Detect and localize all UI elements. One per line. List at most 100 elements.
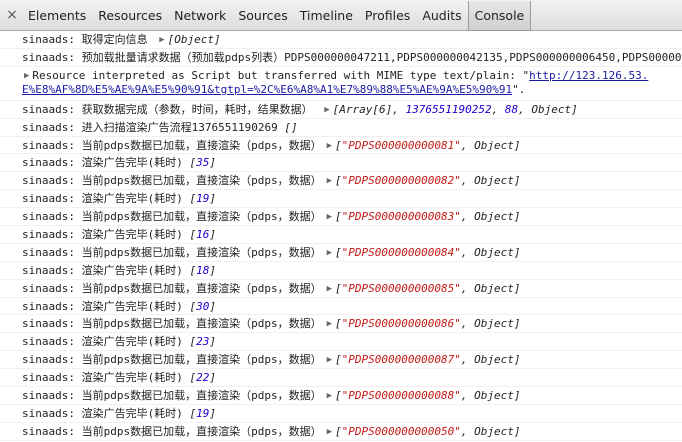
log-text: 获取数据完成（参数，时间，耗时，结果数据） [81, 102, 313, 116]
tab-resources[interactable]: Resources [92, 0, 168, 31]
tab-timeline[interactable]: Timeline [294, 0, 359, 31]
array-preview[interactable]: ["PDPS000000000085", Object] [335, 282, 520, 295]
expand-triangle-icon[interactable]: ▶ [327, 352, 332, 368]
render-time[interactable]: [18] [189, 264, 216, 277]
log-text: 当前pdps数据已加载，直接渲染（pdps，数据） [81, 281, 322, 295]
console-message: sinaads: 当前pdps数据已加载，直接渲染（pdps，数据） ▶ ["PDP… [0, 315, 682, 334]
log-text: 当前pdps数据已加载，直接渲染（pdps，数据） [81, 353, 322, 367]
log-text: 渲染广告完毕(耗时) [81, 228, 183, 242]
tab-sources[interactable]: Sources [232, 0, 293, 31]
array-preview[interactable]: ["PDPS000000000083", Object] [335, 210, 520, 223]
log-text: 当前pdps数据已加载，直接渲染（pdps，数据） [81, 174, 322, 188]
warning-text: Resource interpreted as Script but trans… [32, 68, 530, 82]
object-preview[interactable]: [Object] [168, 33, 221, 46]
log-text: 渲染广告完毕(耗时) [81, 371, 183, 385]
log-text: 当前pdps数据已加载，直接渲染（pdps，数据） [81, 210, 322, 224]
devtools-toolbar: × Elements Resources Network Sources Tim… [0, 0, 682, 31]
log-prefix: sinaads: [22, 138, 75, 152]
resource-link[interactable]: http://123.126.53. [529, 69, 648, 82]
log-text: 取得定向信息 [81, 33, 148, 46]
close-icon[interactable]: × [2, 7, 22, 23]
log-text: 渲染广告完毕(耗时) [81, 263, 183, 277]
log-prefix: sinaads: [22, 228, 75, 242]
tab-elements[interactable]: Elements [22, 0, 92, 31]
log-prefix: sinaads: [22, 210, 75, 224]
log-text: 当前pdps数据已加载，直接渲染（pdps，数据） [81, 424, 322, 438]
log-prefix: sinaads: [22, 389, 75, 403]
console-message: sinaads: 当前pdps数据已加载，直接渲染（pdps，数据） ▶ ["PDP… [0, 423, 682, 441]
log-prefix: sinaads: [22, 33, 75, 46]
render-time[interactable]: [22] [189, 371, 216, 384]
expand-triangle-icon[interactable]: ▶ [327, 388, 332, 404]
console-message: sinaads: 渲染广告完毕(耗时) [35] [0, 154, 682, 173]
array-preview[interactable]: [] [284, 121, 297, 134]
log-prefix: sinaads: [22, 263, 75, 277]
console-message: sinaads: 当前pdps数据已加载，直接渲染（pdps，数据） ▶ ["PDP… [0, 172, 682, 191]
log-prefix: sinaads: [22, 424, 75, 438]
expand-triangle-icon[interactable]: ▶ [327, 281, 332, 297]
console-message: sinaads: 当前pdps数据已加载，直接渲染（pdps，数据） ▶ ["PDP… [0, 244, 682, 262]
console-message: sinaads: 渲染广告完毕(耗时) [19] [0, 190, 682, 209]
array-preview[interactable]: ["PDPS000000000082", Object] [335, 174, 520, 187]
log-text: 渲染广告完毕(耗时) [81, 406, 183, 420]
array-preview[interactable]: ["PDPS000000000088", Object] [335, 389, 520, 402]
console-warning: ▶ Resource interpreted as Script but tran… [0, 67, 682, 101]
array-preview[interactable]: ["PDPS000000000086", Object] [335, 317, 520, 330]
render-time[interactable]: [16] [189, 228, 216, 241]
expand-triangle-icon[interactable]: ▶ [327, 245, 332, 261]
array-preview[interactable]: ["PDPS000000000050", Object] [335, 425, 520, 438]
expand-triangle-icon[interactable]: ▶ [327, 424, 332, 440]
log-text: 当前pdps数据已加载，直接渲染（pdps，数据） [81, 245, 322, 259]
warning-tail: ". [512, 82, 526, 96]
console-message: sinaads: 获取数据完成（参数，时间，耗时，结果数据） ▶ [Array[6… [0, 101, 682, 119]
console-message: sinaads: 渲染广告完毕(耗时) [23] [0, 333, 682, 352]
log-text: 渲染广告完毕(耗时) [81, 156, 183, 170]
console-message: sinaads: 预加载批量请求数据（预加载pdps列表）PDPS0000000… [0, 49, 682, 67]
array-preview[interactable]: ["PDPS000000000084", Object] [335, 246, 520, 259]
log-prefix: sinaads: [22, 156, 75, 170]
log-prefix: sinaads: [22, 192, 75, 206]
console-message: sinaads: 当前pdps数据已加载，直接渲染（pdps，数据） ▶ ["PDP… [0, 208, 682, 227]
tab-audits[interactable]: Audits [416, 0, 467, 31]
console-message: sinaads: 进入扫描渲染广告流程1376551190269 [] [0, 119, 682, 137]
log-prefix: sinaads: [22, 406, 75, 420]
console-message: sinaads: 当前pdps数据已加载，直接渲染（pdps，数据） ▶ ["PDP… [0, 280, 682, 298]
log-prefix: sinaads: [22, 174, 75, 188]
tab-console[interactable]: Console [467, 0, 532, 31]
console-message: sinaads: 当前pdps数据已加载，直接渲染（pdps，数据） ▶ ["PDP… [0, 137, 682, 155]
expand-triangle-icon[interactable]: ▶ [159, 32, 164, 48]
log-prefix: sinaads: [22, 245, 75, 259]
expand-triangle-icon[interactable]: ▶ [327, 138, 332, 154]
expand-triangle-icon[interactable]: ▶ [327, 209, 332, 225]
log-text: 进入扫描渲染广告流程1376551190269 [81, 120, 278, 134]
resource-link-continued[interactable]: E%E8%AF%8D%E5%AE%9A%E5%90%91&tgtpl=%2C%E… [22, 83, 512, 96]
log-prefix: sinaads: [22, 281, 75, 295]
console-message: sinaads: 当前pdps数据已加载，直接渲染（pdps，数据） ▶ ["PDP… [0, 387, 682, 405]
tab-profiles[interactable]: Profiles [359, 0, 416, 31]
console-message: sinaads: 渲染广告完毕(耗时) [19] [0, 405, 682, 423]
tab-network[interactable]: Network [168, 0, 232, 31]
render-time[interactable]: [19] [189, 192, 216, 205]
log-text: 当前pdps数据已加载，直接渲染（pdps，数据） [81, 138, 322, 152]
log-text: 预加载批量请求数据（预加载pdps列表）PDPS000000047211,PDP… [81, 50, 682, 64]
log-prefix: sinaads: [22, 299, 75, 313]
render-time[interactable]: [30] [189, 300, 216, 313]
log-text: 当前pdps数据已加载，直接渲染（pdps，数据） [81, 317, 322, 331]
array-preview[interactable]: ["PDPS000000000087", Object] [335, 353, 520, 366]
array-preview[interactable]: [Array[6], 1376551190252, 88, Object] [333, 103, 578, 116]
console-message: sinaads: 渲染广告完毕(耗时) [30] [0, 298, 682, 316]
log-prefix: sinaads: [22, 317, 75, 331]
console-message: sinaads: 渲染广告完毕(耗时) [18] [0, 262, 682, 280]
expand-triangle-icon[interactable]: ▶ [24, 69, 29, 83]
console-message: sinaads: 当前pdps数据已加载，直接渲染（pdps，数据） ▶ ["PDP… [0, 351, 682, 370]
render-time[interactable]: [35] [189, 156, 216, 169]
expand-triangle-icon[interactable]: ▶ [327, 316, 332, 332]
render-time[interactable]: [19] [189, 407, 216, 420]
console-message: sinaads: 取得定向信息 ▶ [Object] [0, 31, 682, 49]
expand-triangle-icon[interactable]: ▶ [324, 102, 329, 118]
log-text: 渲染广告完毕(耗时) [81, 299, 183, 313]
expand-triangle-icon[interactable]: ▶ [327, 173, 332, 189]
render-time[interactable]: [23] [189, 335, 216, 348]
console-log: sinaads: 取得定向信息 ▶ [Object] sinaads: 预加载批量… [0, 31, 682, 442]
array-preview[interactable]: ["PDPS000000000081", Object] [335, 139, 520, 152]
